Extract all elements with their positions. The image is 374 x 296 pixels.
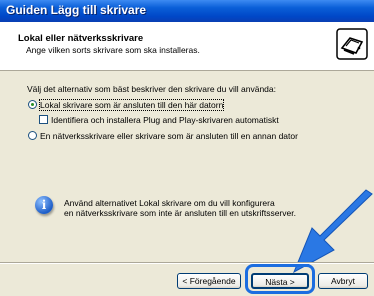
radio-local-printer[interactable] — [28, 100, 37, 109]
button-separator — [0, 262, 374, 264]
cancel-button[interactable]: Avbryt — [318, 273, 368, 289]
info-text-line2: en nätverksskrivare som inte är ansluten… — [64, 208, 296, 218]
plug-and-play-label[interactable]: Identifiera och installera Plug and Play… — [51, 115, 279, 125]
plug-and-play-checkbox[interactable] — [39, 115, 48, 124]
window-title: Guiden Lägg till skrivare — [6, 3, 147, 17]
title-bar[interactable]: Guiden Lägg till skrivare — [0, 0, 374, 22]
radio-local-printer-label[interactable]: Lokal skrivare som är ansluten till den … — [38, 99, 225, 111]
instruction-text: Välj det alternativ som bäst beskriver d… — [27, 84, 276, 94]
back-button[interactable]: < Föregående — [177, 273, 241, 289]
next-button-highlight — [245, 264, 315, 294]
wizard-header: Lokal eller nätverksskrivare Ange vilken… — [0, 22, 374, 71]
radio-network-printer[interactable] — [28, 131, 37, 140]
page-subtitle: Ange vilken sorts skrivare som ska insta… — [26, 45, 200, 55]
info-text-line1: Använd alternativet Lokal skrivare om du… — [64, 198, 275, 208]
radio-network-printer-label[interactable]: En nätverksskrivare eller skrivare som ä… — [40, 131, 298, 141]
printer-wizard-icon — [336, 28, 368, 60]
info-icon: i — [35, 196, 53, 214]
page-title: Lokal eller nätverksskrivare — [18, 33, 144, 44]
